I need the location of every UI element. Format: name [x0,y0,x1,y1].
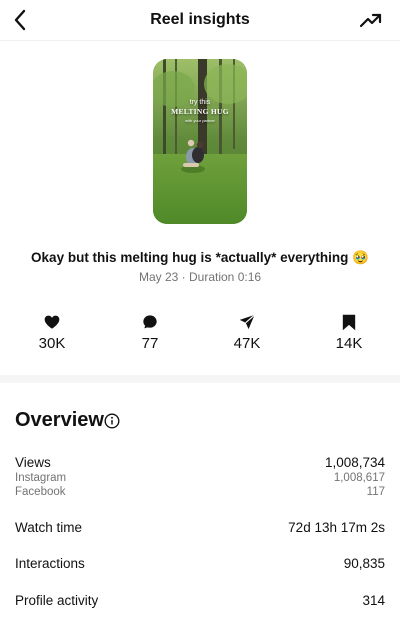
reel-date: May 23 [138,270,179,284]
thumbnail-text-line3: with your partner [185,118,215,123]
likes-count: 30K [38,335,66,352]
info-icon[interactable] [104,413,120,429]
instagram-value: 1,008,617 [333,472,385,484]
watch-time-value: 72d 13h 17m 2s [288,520,385,535]
bookmark-icon [342,314,356,330]
comment-bubble-icon [143,315,157,329]
facebook-value: 117 [366,486,385,498]
header-divider [0,40,400,41]
profile-activity-value: 314 [362,593,385,608]
views-label: Views [15,455,51,470]
interactions-value: 90,835 [343,556,385,571]
comments-count: 77 [141,335,159,352]
paper-plane-icon [239,314,255,330]
trending-up-icon [359,13,382,28]
profile-activity-label[interactable]: Profile activity [15,593,98,608]
heart-icon [44,315,60,329]
reel-duration: Duration 0:16 [189,270,262,284]
overview-title: Overview [15,409,104,431]
thumbnail-text-line2: MELTING HUG [171,107,229,116]
section-divider [0,375,400,383]
reel-thumbnail-image [153,59,247,224]
shares-count: 47K [233,335,261,352]
stat-saves[interactable]: 14K [314,312,384,352]
stat-shares[interactable]: 47K [212,312,282,352]
page-title: Reel insights [150,11,250,28]
views-value: 1,008,734 [324,455,385,470]
reel-thumbnail[interactable]: try this MELTING HUG with your partner [153,59,247,224]
meta-separator: · [181,270,186,284]
thumbnail-text-line1: try this [189,99,211,106]
header: Reel insights [0,0,400,40]
engagement-stats: 30K 77 47K 14K [0,312,400,354]
stat-comments[interactable]: 77 [115,312,185,352]
watch-time-label: Watch time [15,520,83,535]
saves-count: 14K [335,335,363,352]
trends-button[interactable] [358,8,384,32]
facebook-label: Facebook [15,486,66,498]
interactions-label[interactable]: Interactions [15,556,85,571]
instagram-label: Instagram [15,472,67,484]
stat-likes[interactable]: 30K [17,312,87,352]
reel-meta: May 23 · Duration 0:16 [0,270,400,284]
reel-caption: Okay but this melting hug is *actually* … [31,250,369,265]
